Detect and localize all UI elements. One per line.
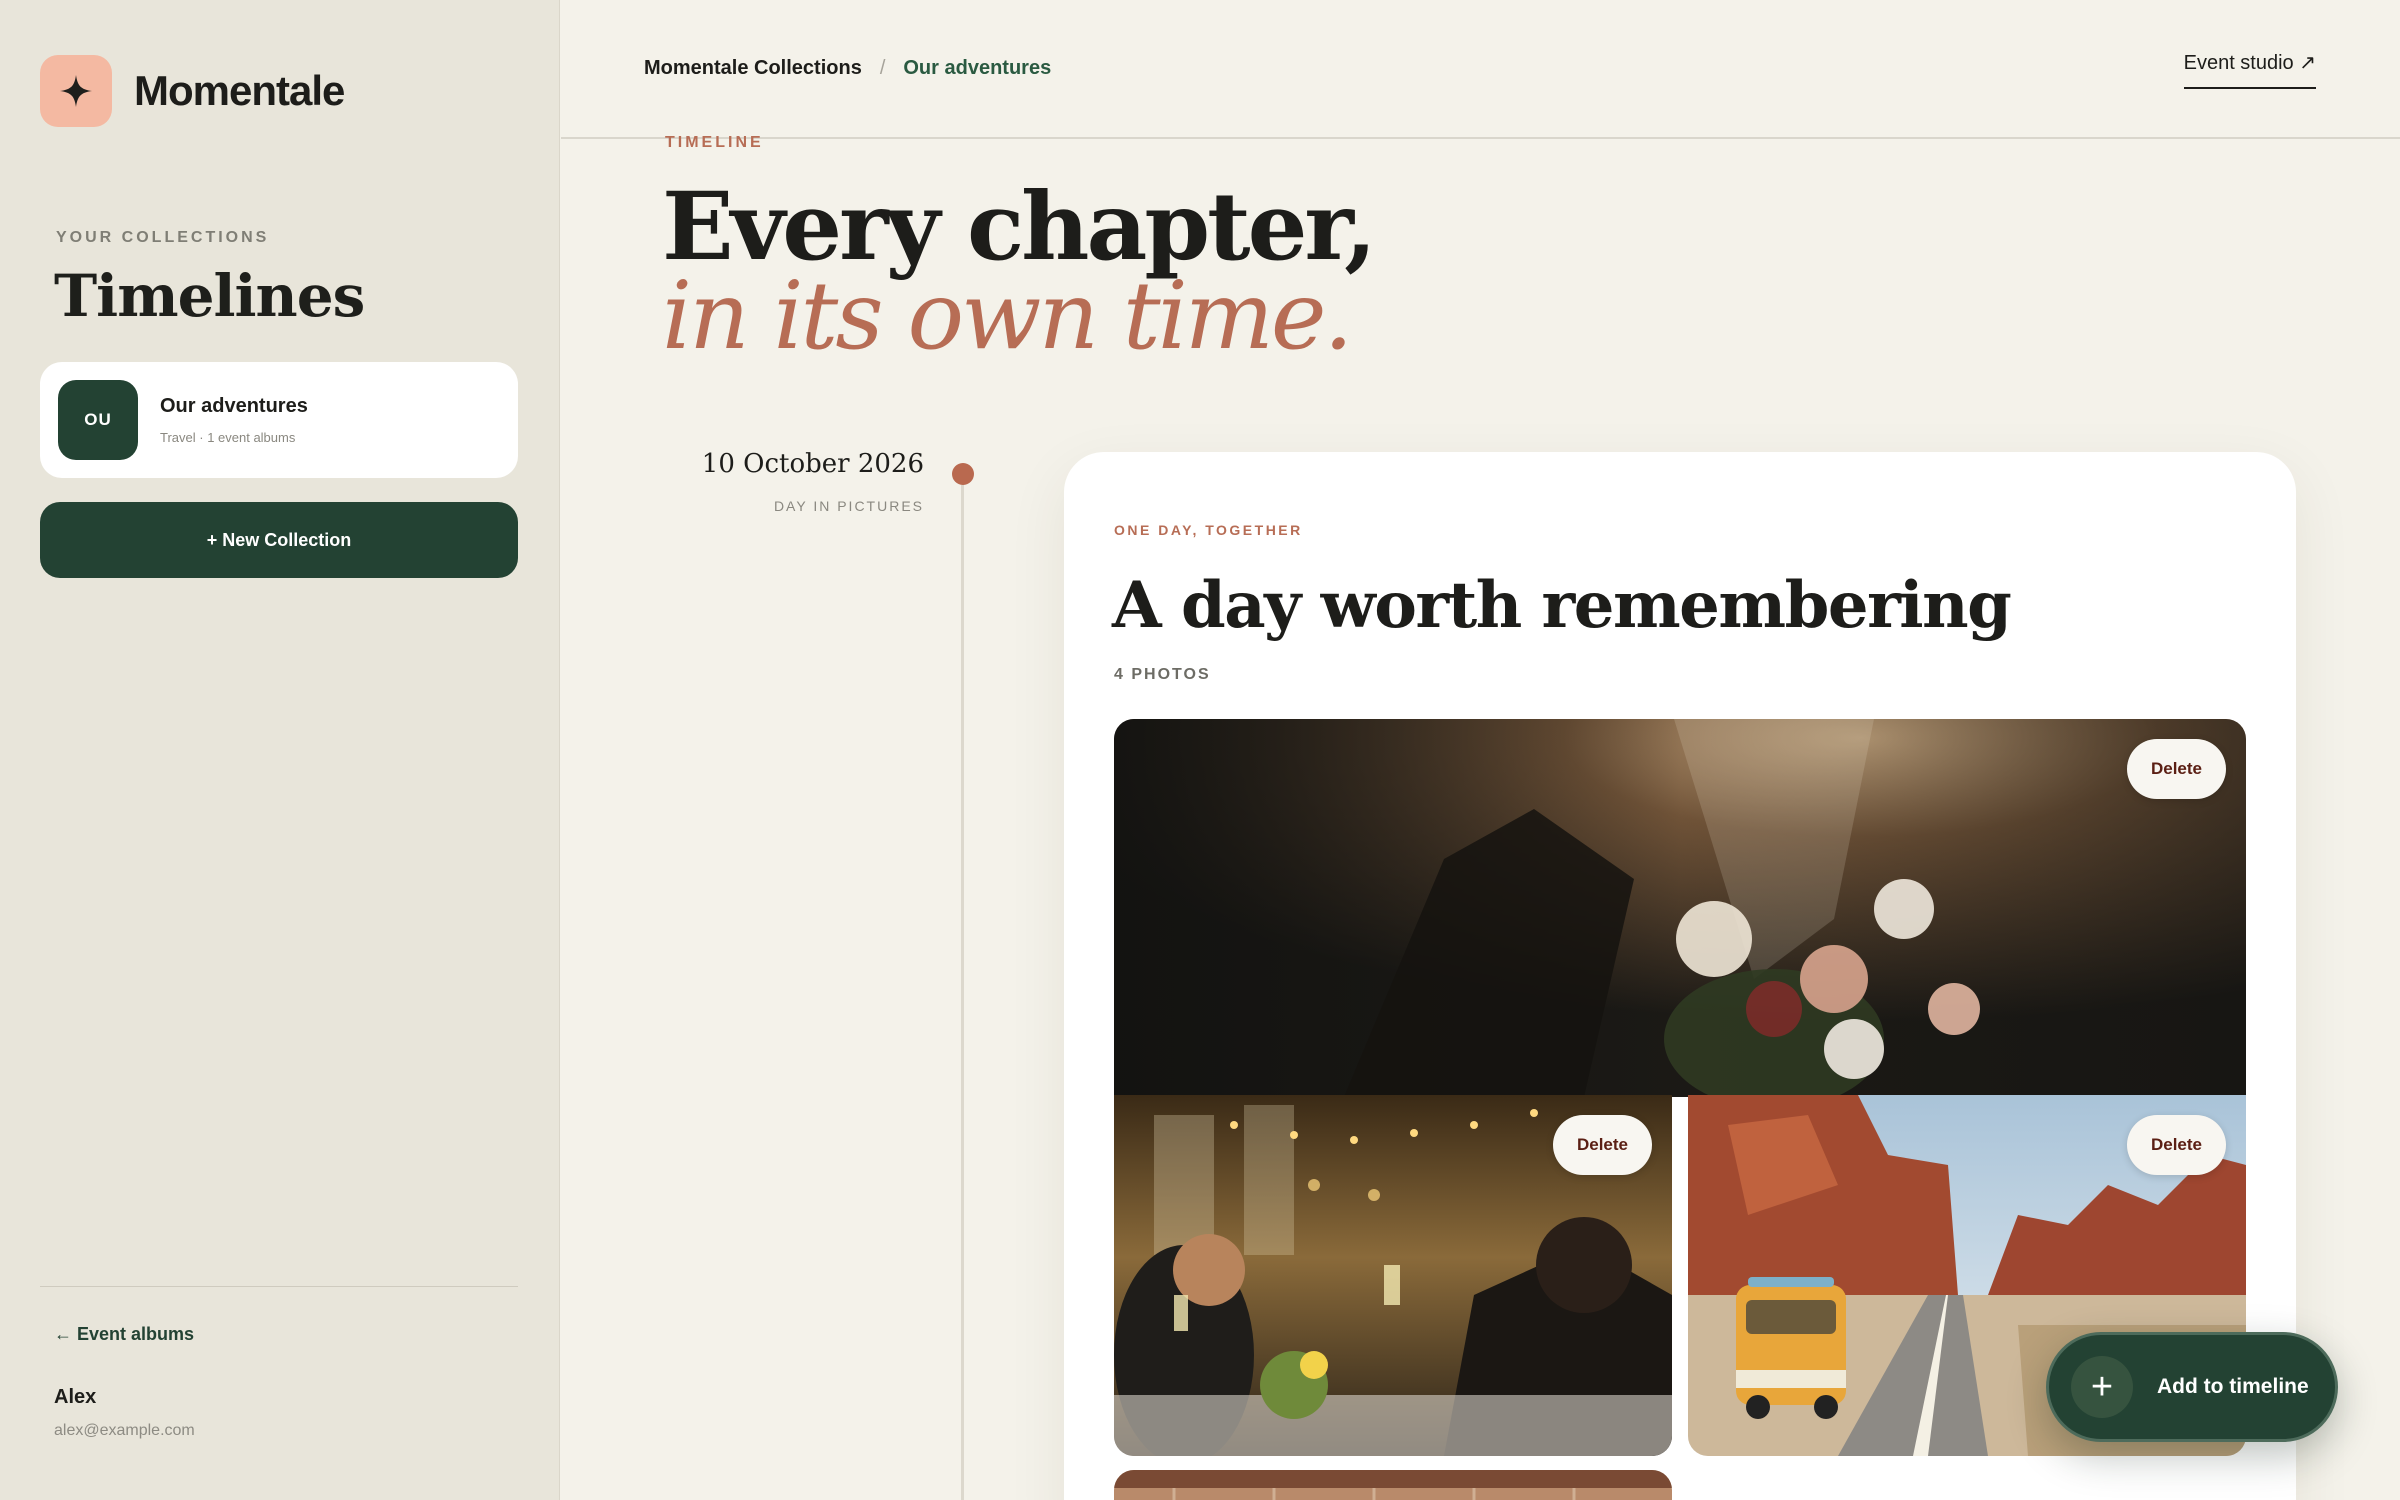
hero-title-line2: in its own time. — [662, 262, 1353, 371]
brand-name: Momentale — [134, 67, 345, 114]
photo-count: 4 PHOTOS — [1114, 666, 1211, 683]
sidebar-title: Timelines — [54, 262, 365, 330]
event-albums-link[interactable]: ← Event albums — [54, 1324, 194, 1345]
user-name: Alex — [54, 1386, 97, 1408]
breadcrumb-separator: / — [879, 57, 886, 79]
delete-photo-button[interactable]: Delete — [2126, 739, 2226, 799]
delete-photo-button[interactable]: Delete — [2126, 1115, 2226, 1175]
collection-meta: Travel · 1 event albums — [160, 430, 296, 445]
sidebar-eyebrow: YOUR COLLECTIONS — [56, 229, 270, 246]
timeline-date: 10 October 2026 — [701, 449, 924, 479]
collection-name: Our adventures — [160, 395, 308, 417]
timeline-line — [961, 485, 964, 1500]
breadcrumb-root[interactable]: Momentale Collections — [644, 57, 862, 80]
breadcrumb: Momentale Collections / Our adventures — [644, 57, 1051, 80]
breadcrumb-current: Our adventures — [903, 57, 1052, 79]
add-to-timeline-label: Add to timeline — [2157, 1375, 2309, 1398]
timeline-dot — [952, 463, 974, 485]
brand[interactable]: Momentale — [40, 55, 345, 127]
hero-title-line1: Every chapter, — [662, 172, 1377, 282]
entry-title: A day worth remembering — [1112, 568, 2012, 643]
top-header: Momentale Collections / Our adventures E… — [561, 0, 2400, 139]
user-email: alex@example.com — [54, 1422, 195, 1439]
venue-photo[interactable] — [1114, 1470, 1672, 1500]
sparkle-icon — [40, 55, 112, 127]
plus-icon: + — [2071, 1356, 2133, 1418]
wedding-bouquet-photo[interactable]: Delete — [1114, 719, 2246, 1097]
entry-eyebrow: ONE DAY, TOGETHER — [1114, 522, 1303, 538]
sidebar-divider — [40, 1286, 518, 1287]
event-studio-link[interactable]: Event studio ↗ — [2183, 50, 2316, 89]
sidebar: Momentale YOUR COLLECTIONS Timelines OU … — [0, 0, 560, 1500]
add-to-timeline-button[interactable]: + Add to timeline — [2046, 1332, 2338, 1442]
delete-photo-button[interactable]: Delete — [1552, 1115, 1652, 1175]
page-eyebrow: TIMELINE — [665, 134, 764, 151]
collection-avatar: OU — [58, 380, 138, 460]
new-collection-button[interactable]: + New Collection — [40, 502, 518, 578]
timeline-date-subtitle: DAY IN PICTURES — [773, 498, 924, 514]
collection-card-our-adventures[interactable]: OU Our adventures Travel · 1 event album… — [40, 362, 518, 478]
dinner-toast-photo[interactable]: Delete — [1114, 1095, 1672, 1456]
